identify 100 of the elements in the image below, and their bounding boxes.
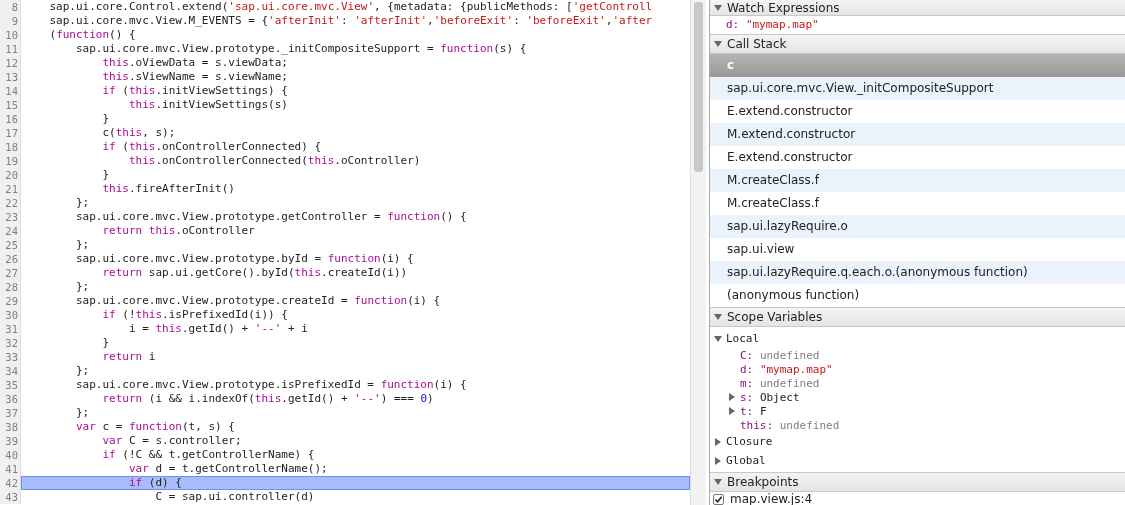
line-number: 35	[0, 378, 21, 392]
code-line: if (!C && t.getControllerName) {	[101, 448, 316, 462]
code-line: var C = s.controller;	[101, 434, 243, 448]
scrollbar-thumb[interactable]	[694, 2, 703, 172]
scrollbar[interactable]	[690, 0, 706, 505]
expand-triangle-icon[interactable]	[714, 456, 722, 465]
line-number: 41	[0, 462, 21, 476]
code-line: i = this.getId() + '--' + i	[127, 322, 309, 336]
section-title: Watch Expressions	[727, 0, 840, 15]
watch-expression: d: "mymap.map"	[725, 17, 820, 33]
code-line: };	[74, 196, 91, 210]
code-line: }	[101, 112, 111, 126]
call-stack-frame[interactable]: E.extend.constructor	[710, 146, 1125, 169]
code-line: sap.ui.core.mvc.View.prototype.createId = function(i) {	[74, 294, 442, 308]
line-number: 19	[0, 154, 21, 168]
expand-triangle-icon[interactable]	[714, 478, 722, 486]
code-line: };	[74, 280, 91, 294]
line-number: 32	[0, 336, 21, 350]
section-header[interactable]: Call Stack	[710, 34, 1125, 54]
call-stack-frame[interactable]: sap.ui.lazyRequire.q.each.o.(anonymous function)	[710, 261, 1125, 284]
code-line: return i	[101, 350, 157, 364]
line-number: 23	[0, 210, 21, 224]
line-number: 27	[0, 266, 21, 280]
call-stack-frame[interactable]: sap.ui.view	[710, 238, 1125, 261]
code-line: return sap.ui.getCore().byId(this.createId(i))	[101, 266, 409, 280]
section-header[interactable]: Breakpoints	[710, 472, 1125, 492]
call-stack-frame[interactable]: M.createClass.f	[710, 192, 1125, 215]
line-number: 11	[0, 42, 21, 56]
code-line: sap.ui.core.mvc.View.M_EVENTS = {'afterInit': 'afterInit','beforeExit': 'beforeExit','after	[48, 14, 654, 28]
section-title: Scope Variables	[727, 310, 823, 324]
line-number: 36	[0, 392, 21, 406]
call-stack-frame[interactable]: sap.ui.core.mvc.View._initCompositeSupport	[710, 77, 1125, 100]
code-line: this.fireAfterInit()	[101, 182, 236, 196]
code-line: return this.oController	[101, 224, 256, 238]
expand-triangle-icon[interactable]	[714, 3, 722, 12]
code-line: }	[101, 168, 111, 182]
line-number: 31	[0, 322, 21, 336]
line-number: 15	[0, 98, 21, 112]
expand-triangle-icon[interactable]	[714, 437, 722, 446]
code-line: C = sap.ui.controller(d)	[154, 490, 316, 504]
code-line: c(this, s);	[101, 126, 177, 140]
code-line: if (!this.isPrefixedId(i)) {	[101, 308, 289, 322]
line-number: 8	[0, 0, 21, 14]
code-line: sap.ui.core.Control.extend('sap.ui.core.mvc.View', {metadata: {publicMethods: ['getControll	[48, 0, 654, 14]
checkmark-icon	[714, 494, 723, 504]
line-number: 10	[0, 28, 21, 42]
code-line: sap.ui.core.mvc.View.prototype._initCompositeSupport = function(s) {	[74, 42, 528, 56]
line-number: 21	[0, 182, 21, 196]
call-stack-frame[interactable]: sap.ui.lazyRequire.o	[710, 215, 1125, 238]
section-title: Call Stack	[727, 37, 787, 51]
call-stack-frame[interactable]: (anonymous function)	[710, 284, 1125, 307]
line-number: 12	[0, 56, 21, 70]
line-number: 14	[0, 84, 21, 98]
scope-name[interactable]: Closure	[726, 435, 773, 448]
line-number: 18	[0, 140, 21, 154]
scope-name[interactable]: Global	[726, 454, 766, 467]
code-line: sap.ui.core.mvc.View.prototype.isPrefixedId = function(i) {	[74, 378, 468, 392]
line-number: 17	[0, 126, 21, 140]
code-line: if (this.initViewSettings) {	[101, 84, 289, 98]
code-line: (function() {	[48, 28, 137, 42]
code-line: this.onControllerConnected(this.oController)	[127, 154, 422, 168]
call-stack-frame[interactable]: M.extend.constructor	[710, 123, 1125, 146]
section-header[interactable]: Scope Variables	[710, 307, 1125, 327]
scope-variable: m: undefined	[740, 376, 820, 390]
code-line: if (this.onControllerConnected) {	[101, 140, 323, 154]
scope-name[interactable]: Local	[726, 332, 760, 345]
expand-triangle-icon[interactable]	[714, 313, 722, 321]
code-line: sap.ui.core.mvc.View.prototype.byId = function(i) {	[74, 252, 415, 266]
scope-variable: this: undefined	[740, 418, 840, 432]
expand-triangle-icon[interactable]	[714, 334, 722, 343]
scope-variable: d: "mymap.map"	[740, 362, 833, 376]
code-line: var d = t.getControllerName();	[127, 462, 329, 476]
section-header[interactable]: Watch Expressions	[710, 0, 1125, 16]
checkbox[interactable]	[713, 493, 724, 505]
line-number: 16	[0, 112, 21, 126]
line-number: 28	[0, 280, 21, 294]
code-line: var c = function(t, s) {	[74, 420, 236, 434]
code-line: this.initViewSettings(s)	[127, 98, 289, 112]
line-number: 9	[0, 14, 21, 28]
line-number: 42	[0, 476, 21, 490]
call-stack-frame[interactable]: M.createClass.f	[710, 169, 1125, 192]
line-number: 43	[0, 490, 21, 504]
line-number: 29	[0, 294, 21, 308]
line-number: 34	[0, 364, 21, 378]
code-line: this.oViewData = s.viewData;	[101, 56, 289, 70]
code-line: sap.ui.core.mvc.View.prototype.getController = function() {	[74, 210, 468, 224]
call-stack-frame[interactable]: E.extend.constructor	[710, 100, 1125, 123]
code-line: };	[74, 406, 91, 420]
breakpoint-label: map.view.js:4	[730, 492, 813, 505]
code-line: this.sViewName = s.viewName;	[101, 70, 289, 84]
code-line: };	[74, 238, 91, 252]
line-number: 37	[0, 406, 21, 420]
expand-triangle-icon[interactable]	[714, 40, 722, 48]
line-number: 40	[0, 448, 21, 462]
code-line: }	[101, 336, 111, 350]
line-number: 33	[0, 350, 21, 364]
line-number: 26	[0, 252, 21, 266]
scope-variable: C: undefined	[740, 348, 820, 362]
scope-variable: t: F	[740, 404, 767, 418]
line-number: 30	[0, 308, 21, 322]
